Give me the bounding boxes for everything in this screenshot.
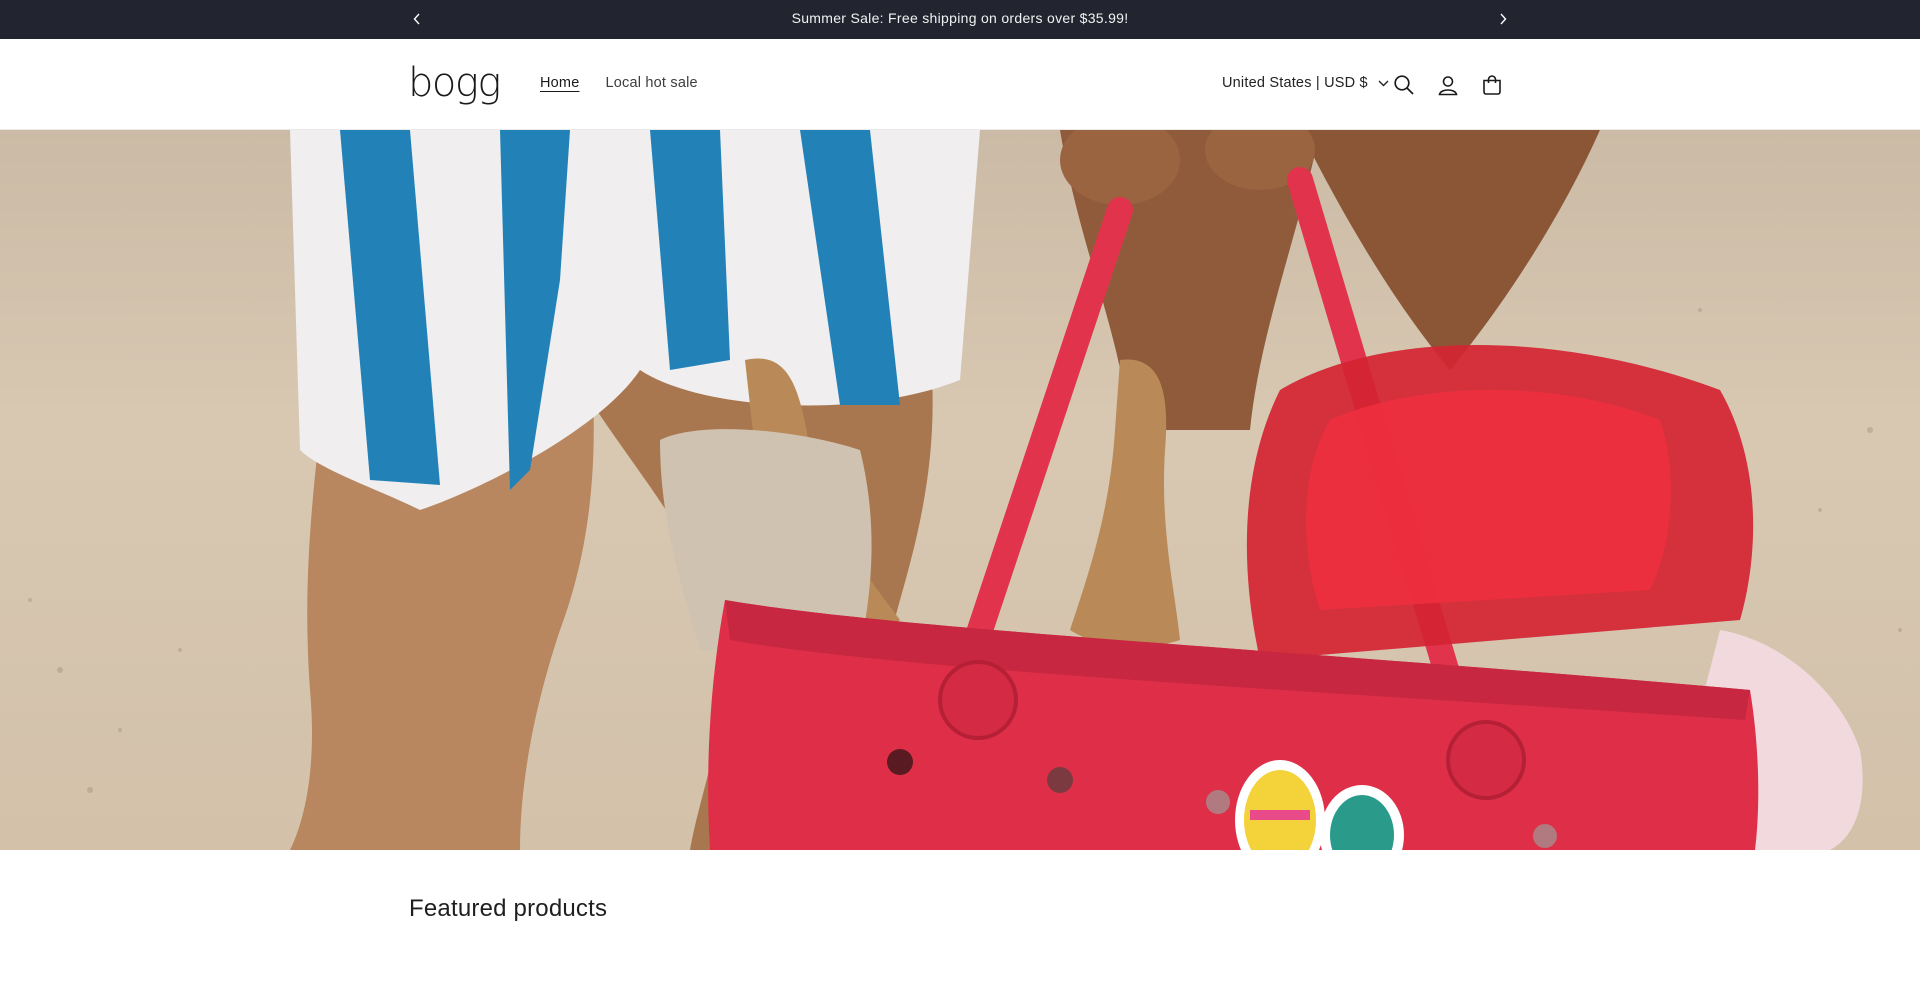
- brand-logo[interactable]: bogg: [408, 61, 501, 105]
- locale-selector[interactable]: United States | USD $: [1222, 75, 1389, 91]
- site-header: bogg Home Local hot sale United States |…: [0, 39, 1920, 130]
- cart-icon: [1483, 75, 1501, 95]
- locale-label: United States | USD $: [1222, 75, 1368, 91]
- chevron-right-icon: [1500, 13, 1507, 25]
- announcement-message: Summer Sale: Free shipping on orders ove…: [791, 10, 1129, 26]
- nav-home-link[interactable]: Home: [540, 75, 579, 91]
- search-button[interactable]: [1389, 70, 1419, 100]
- account-icon: [1438, 76, 1458, 96]
- announcement-next-button[interactable]: [1492, 8, 1514, 30]
- account-button[interactable]: [1433, 70, 1463, 100]
- nav-local-hot-sale-link[interactable]: Local hot sale: [605, 75, 697, 91]
- chevron-down-icon: [1378, 80, 1389, 86]
- main-nav: Home Local hot sale: [540, 75, 698, 91]
- announcement-bar: Summer Sale: Free shipping on orders ove…: [0, 0, 1920, 39]
- featured-products-heading: Featured products: [409, 895, 608, 922]
- search-icon: [1394, 75, 1414, 95]
- cart-button[interactable]: [1477, 70, 1507, 100]
- hero-banner[interactable]: [0, 130, 1920, 850]
- hero-banner-image: [28, 130, 1902, 850]
